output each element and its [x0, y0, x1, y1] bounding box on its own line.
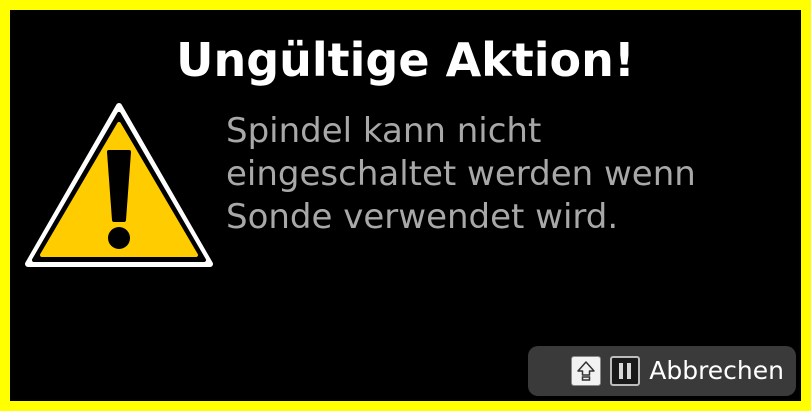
message-line: eingeschaltet werden wenn [226, 154, 696, 194]
shift-key-icon [571, 356, 602, 386]
warning-triangle-icon [25, 103, 213, 267]
message-line: Sonde verwendet wird. [226, 197, 619, 237]
cancel-button-label: Abbrechen [649, 356, 784, 385]
dialog-title: Ungültige Aktion! [176, 33, 635, 87]
cancel-button[interactable]: Abbrechen [528, 346, 796, 396]
error-dialog: Ungültige Aktion! Spindel kann nicht ein… [0, 0, 811, 411]
dialog-message: Spindel kann nicht eingeschaltet werden … [226, 110, 786, 239]
message-line: Spindel kann nicht [226, 111, 542, 151]
pause-key-icon [610, 356, 641, 386]
